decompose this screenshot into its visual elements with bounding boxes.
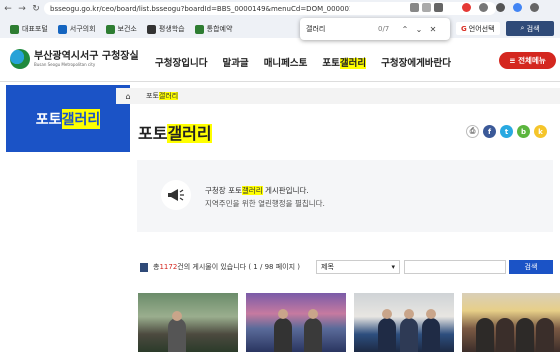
bookmark-item[interactable]: 평생학습 <box>146 24 185 34</box>
extension-icons <box>410 3 443 12</box>
gallery-grid <box>138 293 560 352</box>
bookmark-icon <box>10 24 19 34</box>
reload-icon[interactable]: ↻ <box>30 3 42 15</box>
logo-text: 부산광역시서구 구청장실 <box>34 51 139 62</box>
nav-item-intro[interactable]: 구청장입니다 <box>155 55 207 69</box>
search-field-select[interactable]: 제목 ▾ <box>316 260 400 274</box>
breadcrumb: ⌂ 포토갤러리 <box>116 88 560 104</box>
find-count: 0/7 <box>378 25 390 33</box>
logo-subtext: Busan Seogu Metropolitan city <box>34 62 96 67</box>
address-row: ← → ↻ bsseogu.go.kr/ceo/board/list.bsseo… <box>0 0 560 17</box>
board-search-input[interactable] <box>404 260 506 274</box>
bookmark-icon <box>194 24 204 34</box>
print-icon[interactable]: ⎙ <box>466 125 479 138</box>
megaphone-icon <box>161 180 191 210</box>
all-menu-button[interactable]: ≡ 전체메뉴 <box>499 52 556 69</box>
google-icon: G <box>461 24 467 33</box>
adblock-icon[interactable] <box>462 3 471 12</box>
browser-chrome: ← → ↻ bsseogu.go.kr/ceo/board/list.bsseo… <box>0 0 560 40</box>
menu-dots-icon[interactable] <box>530 3 539 12</box>
post-count: 총 1172 건의 게시물이 있습니다 ( 1 / 98 페이지 ) <box>140 262 300 272</box>
side-title-banner: 포토 갤러리 <box>6 85 130 152</box>
visibility-icon[interactable] <box>422 3 431 12</box>
bookmark-item[interactable]: 통합예약 <box>194 24 232 34</box>
extension-puzzle-icon[interactable] <box>479 3 488 12</box>
bookmark-icon <box>105 24 115 34</box>
home-icon[interactable]: ⌂ <box>116 92 140 101</box>
sidebar-icon[interactable] <box>496 3 505 12</box>
top-search-button[interactable]: ⌕ 검색 <box>506 21 554 36</box>
nav-item-manifesto[interactable]: 매니페스토 <box>264 55 308 69</box>
bookmark-item[interactable]: 보건소 <box>105 24 137 34</box>
kakao-icon[interactable]: k <box>534 125 547 138</box>
language-select-button[interactable]: G 언어선택 <box>456 22 500 35</box>
bookmark-item[interactable]: 서구의회 <box>57 24 96 34</box>
page-title: 포토갤러리 <box>138 124 212 143</box>
info-text-2: 지역주민을 위한 열린행정을 펼칩니다. <box>205 199 325 208</box>
back-icon[interactable]: ← <box>2 3 14 15</box>
forward-icon[interactable]: → <box>16 3 28 15</box>
find-input[interactable]: 갤러리 <box>306 24 378 34</box>
site-logo[interactable]: 부산광역시서구 구청장실 Busan Seogu Metropolitan ci… <box>10 49 139 69</box>
nav-item-words[interactable]: 말과글 <box>222 55 248 69</box>
gallery-thumbnail[interactable] <box>246 293 346 352</box>
site-header: 부산광역시서구 구청장실 Busan Seogu Metropolitan ci… <box>0 40 560 82</box>
share-icons: ⎙ f t b k <box>466 125 547 138</box>
facebook-icon[interactable]: f <box>483 125 496 138</box>
translate-icon[interactable] <box>410 3 419 12</box>
nav-item-gallery[interactable]: 포토갤러리 <box>322 55 367 69</box>
board-search-button[interactable]: 검색 <box>509 260 553 274</box>
find-prev-button[interactable]: ⌃ <box>398 25 412 34</box>
find-close-button[interactable]: ✕ <box>426 25 440 34</box>
board-info-box: 구청장 포토갤러리 게시판입니다. 지역주민을 위한 열린행정을 펼칩니다. <box>137 160 553 232</box>
bookmark-icon <box>57 24 67 34</box>
gallery-thumbnail[interactable] <box>138 293 238 352</box>
chevron-down-icon: ▾ <box>391 263 395 271</box>
gallery-thumbnail[interactable] <box>354 293 454 352</box>
info-text-1: 구청장 포토갤러리 게시판입니다. <box>205 186 309 195</box>
bookmark-item[interactable]: 대표포털 <box>10 24 48 34</box>
find-next-button[interactable]: ⌄ <box>412 25 426 34</box>
toolbar-icons <box>462 3 539 12</box>
profile-icon[interactable] <box>513 3 522 12</box>
main-nav: 구청장입니다 말과글 매니페스토 포토갤러리 구청장에게바란다 <box>155 55 451 69</box>
gallery-thumbnail[interactable] <box>462 293 560 352</box>
url-text: bsseogu.go.kr/ceo/board/list.bsseogu?boa… <box>50 4 350 13</box>
nav-item-request[interactable]: 구청장에게바란다 <box>381 55 451 69</box>
breadcrumb-current: 포토갤러리 <box>146 92 179 100</box>
twitter-icon[interactable]: t <box>500 125 513 138</box>
bookmark-icon <box>146 24 156 34</box>
find-bar: 갤러리 0/7 ⌃ ⌄ ✕ <box>300 18 450 40</box>
logo-emblem-icon <box>10 49 30 69</box>
document-icon <box>140 262 148 272</box>
blog-icon[interactable]: b <box>517 125 530 138</box>
bookmark-star-icon[interactable] <box>434 3 443 12</box>
